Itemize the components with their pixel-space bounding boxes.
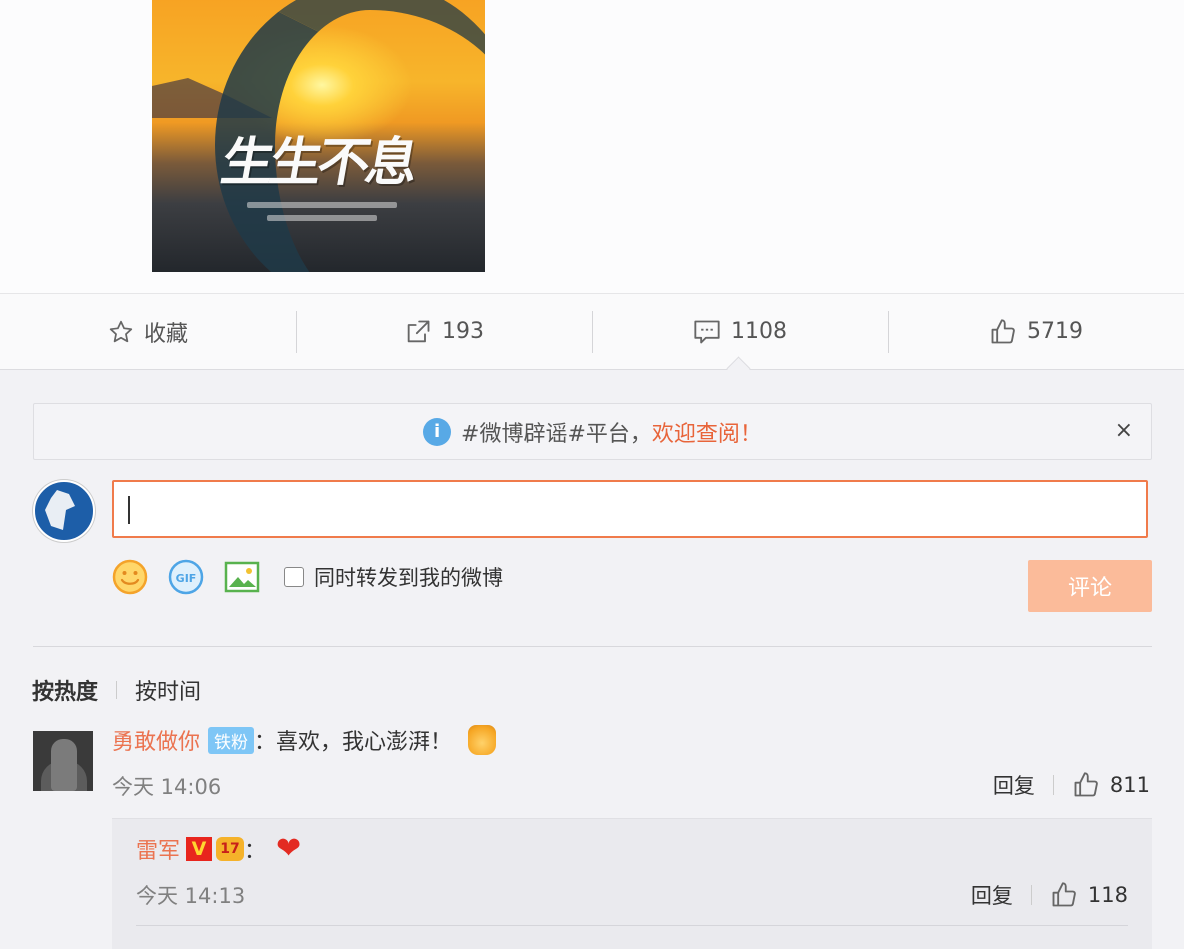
- reply-button[interactable]: 回复: [993, 770, 1035, 800]
- gif-icon[interactable]: GIF: [168, 559, 204, 595]
- comment-username[interactable]: 勇敢做你: [112, 724, 200, 756]
- favorite-label: 收藏: [143, 321, 188, 347]
- comment-input[interactable]: [112, 480, 1148, 538]
- comment-actions: 回复 811: [993, 770, 1150, 800]
- reply-actions: 回复 118: [971, 880, 1128, 910]
- member-crown-badge[interactable]: 17: [216, 837, 245, 861]
- reply-timestamp: 今天 14:13: [136, 884, 246, 908]
- reply-like-button[interactable]: 118: [1050, 881, 1128, 909]
- comment-count: 1108: [731, 319, 787, 344]
- comment-icon: [693, 319, 721, 345]
- divider: [33, 646, 1152, 647]
- action-separator: [1052, 775, 1054, 795]
- post-image[interactable]: 生生不息: [152, 0, 485, 272]
- post-action-bar: 收藏 193 1108 5719: [0, 293, 1184, 370]
- repost-checkbox-label: 同时转发到我的微博: [314, 566, 503, 590]
- svg-text:GIF: GIF: [176, 572, 197, 585]
- thumbs-up-icon: [1074, 772, 1098, 797]
- comment-like-button[interactable]: 811: [1072, 771, 1150, 799]
- repost-count: 193: [442, 319, 484, 344]
- reply-content: 雷军 V 17 ： ❤: [136, 833, 301, 865]
- thumbs-up-icon: [1052, 882, 1076, 907]
- commenter-avatar[interactable]: [33, 731, 93, 791]
- sort-by-hot[interactable]: 按热度: [32, 674, 98, 706]
- comment-like-count: 811: [1109, 773, 1150, 797]
- comment-text: ：喜欢，我心澎湃！: [254, 730, 453, 755]
- notice-text: #微博辟谣#平台，: [461, 421, 652, 447]
- sort-by-time[interactable]: 按时间: [135, 674, 201, 706]
- repost-checkbox[interactable]: [284, 567, 304, 587]
- reply-username[interactable]: 雷军: [136, 833, 180, 865]
- share-icon: [404, 318, 432, 346]
- close-icon[interactable]: ×: [1115, 418, 1133, 443]
- comment-timestamp: 今天 14:06: [112, 775, 222, 799]
- reply-list: 雷军 V 17 ： ❤ 今天 14:13 回复 118: [112, 818, 1152, 949]
- like-button[interactable]: 5719: [888, 294, 1184, 369]
- image-icon[interactable]: [224, 559, 260, 595]
- verified-v-badge[interactable]: V: [186, 837, 213, 861]
- submit-comment-button[interactable]: 评论: [1028, 560, 1152, 612]
- fan-badge[interactable]: 铁粉: [208, 726, 255, 754]
- comment-content: 勇敢做你 铁粉 ：喜欢，我心澎湃！: [112, 724, 497, 756]
- text-cursor: [128, 496, 130, 524]
- poster-title: 生生不息: [216, 132, 420, 193]
- sort-separator: [116, 681, 118, 699]
- reply-text: ：: [244, 839, 267, 864]
- comment-sort: 按热度 按时间: [32, 674, 201, 706]
- reply-like-count: 118: [1087, 883, 1128, 907]
- like-count: 5719: [1027, 319, 1083, 344]
- composer-toolbar: GIF 同时转发到我的微博: [112, 558, 503, 596]
- star-icon: [108, 319, 134, 345]
- info-icon: i: [423, 417, 452, 446]
- emoji-icon[interactable]: [112, 559, 148, 595]
- notice-link[interactable]: 欢迎查阅！: [652, 422, 762, 447]
- poster-caption-line: [247, 202, 397, 208]
- post-media-area: 生生不息: [0, 0, 1184, 293]
- thumbs-up-icon: [989, 318, 1017, 346]
- poster-caption-line: [267, 215, 377, 221]
- repost-button[interactable]: 193: [296, 294, 592, 369]
- avatar-figure: [51, 739, 77, 791]
- action-separator: [1030, 885, 1032, 905]
- avatar[interactable]: [33, 480, 95, 542]
- reply-button[interactable]: 回复: [971, 880, 1013, 910]
- heart-emoji-icon: ❤: [276, 831, 302, 866]
- favorite-button[interactable]: 收藏: [0, 294, 296, 369]
- rumor-notice-banner: i #微博辟谣#平台，欢迎查阅！ ×: [33, 403, 1152, 460]
- thumbs-up-emoji-icon: [468, 725, 497, 755]
- mavericks-logo-icon: [45, 490, 75, 530]
- divider: [136, 925, 1128, 926]
